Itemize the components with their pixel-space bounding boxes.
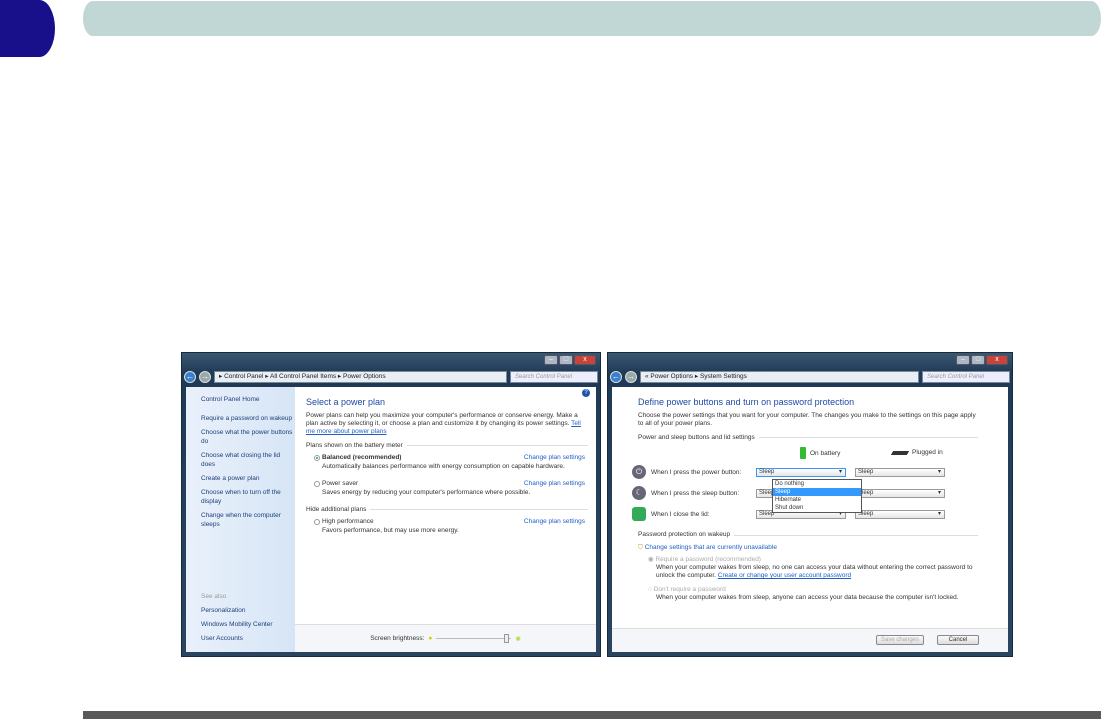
maximize-button[interactable]: □ xyxy=(971,355,985,365)
sidebar-item[interactable]: Choose what the power buttons do xyxy=(201,428,295,446)
laptop-lid-icon xyxy=(632,507,646,521)
section-header: Power and sleep buttons and lid settings xyxy=(638,434,978,441)
plugged-select[interactable]: Sleep xyxy=(855,467,945,477)
brightness-slider[interactable] xyxy=(436,634,512,643)
brightness-bar: Screen brightness: ● ✺ xyxy=(295,624,596,652)
plan-high-performance[interactable]: High performance Change plan settings Favo… xyxy=(314,518,588,534)
plug-icon xyxy=(890,450,910,455)
sidebar-item[interactable]: Create a power plan xyxy=(201,474,295,483)
change-plan-link[interactable]: Change plan settings xyxy=(524,518,585,525)
section-header: Password protection on wakeup xyxy=(638,531,978,539)
dropdown-option[interactable]: Sleep xyxy=(773,488,861,496)
dropdown-list[interactable]: Do nothing Sleep Hibernate Shut down xyxy=(772,479,862,513)
section-header: Plans shown on the battery meter xyxy=(306,442,588,449)
sleep-icon: ☾ xyxy=(632,486,646,500)
sidebar-item[interactable]: Change when the computer sleeps xyxy=(201,511,295,529)
maximize-button[interactable]: □ xyxy=(559,355,573,365)
crumb[interactable]: All Control Panel Items xyxy=(270,373,336,380)
header-band xyxy=(83,1,1101,36)
dropdown-option[interactable]: Do nothing xyxy=(773,480,861,488)
battery-icon xyxy=(800,447,806,459)
user-account-password-link[interactable]: Create or change your user account passw… xyxy=(718,572,851,579)
column-header: Plugged in xyxy=(912,449,943,456)
plan-power-saver[interactable]: Power saver Change plan settings Saves ene… xyxy=(314,480,588,496)
crumb[interactable]: Power Options xyxy=(343,373,386,380)
column-header: On battery xyxy=(810,449,841,457)
battery-select[interactable]: Sleep xyxy=(756,467,846,477)
sidebar-item[interactable]: Require a password on wakeup xyxy=(201,414,295,423)
forward-button[interactable]: → xyxy=(625,371,637,383)
system-settings-window: – □ x ← → « Power Options ▸ System Setting… xyxy=(607,352,1013,657)
radio-button[interactable] xyxy=(314,519,320,525)
close-button[interactable]: x xyxy=(986,355,1008,365)
bright-sun-icon: ✺ xyxy=(515,635,521,643)
sidebar: Control Panel Home Require a password on… xyxy=(186,387,295,652)
forward-button[interactable]: → xyxy=(199,371,211,383)
sidebar-home[interactable]: Control Panel Home xyxy=(201,395,295,404)
dropdown-option[interactable]: Hibernate xyxy=(773,496,861,504)
dont-require-password-radio[interactable]: ○ Don't require a password xyxy=(648,586,978,594)
power-options-window: – □ x ← → ▸ Control Panel ▸ All Control Pa… xyxy=(181,352,601,657)
window-controls: – □ x xyxy=(544,355,596,365)
cancel-button[interactable]: Cancel xyxy=(937,635,979,645)
address-bar[interactable]: « Power Options ▸ System Settings xyxy=(640,371,919,383)
brightness-label: Screen brightness: xyxy=(370,635,425,642)
page-title: Select a power plan xyxy=(306,397,386,407)
radio-button[interactable] xyxy=(314,481,320,487)
intro-text: Choose the power settings that you want … xyxy=(638,412,976,427)
crumb[interactable]: Power Options xyxy=(650,373,693,380)
section-header[interactable]: Hide additional plans xyxy=(306,506,588,513)
radio-button[interactable] xyxy=(314,455,320,461)
chapter-tab xyxy=(0,0,55,57)
plan-balanced[interactable]: Balanced (recommended) Change plan settin… xyxy=(314,454,588,470)
change-plan-link[interactable]: Change plan settings xyxy=(524,454,585,461)
power-icon: ⏻ xyxy=(632,465,646,479)
close-button[interactable]: x xyxy=(574,355,596,365)
search-input[interactable]: Search Control Panel xyxy=(922,371,1010,383)
plugged-select[interactable]: Sleep xyxy=(855,509,945,519)
intro-text: Power plans can help you maximize your c… xyxy=(306,412,578,427)
window-controls: – □ x xyxy=(956,355,1008,365)
dim-sun-icon: ● xyxy=(428,635,433,642)
see-also-link[interactable]: Personalization xyxy=(201,606,273,615)
dropdown-option[interactable]: Shut down xyxy=(773,504,861,512)
back-button[interactable]: ← xyxy=(184,371,196,383)
power-button-row: ⏻When I press the power button:SleepSlee… xyxy=(632,465,945,479)
see-also-label: See also xyxy=(201,593,227,600)
plugged-select[interactable]: Sleep xyxy=(855,488,945,498)
minimize-button[interactable]: – xyxy=(544,355,558,365)
address-bar[interactable]: ▸ Control Panel ▸ All Control Panel Item… xyxy=(214,371,507,383)
crumb[interactable]: System Settings xyxy=(700,373,747,380)
see-also-link[interactable]: Windows Mobility Center xyxy=(201,620,273,629)
crumb[interactable]: Control Panel xyxy=(224,373,263,380)
footer-bar xyxy=(83,711,1101,719)
save-changes-button[interactable]: Save changes xyxy=(876,635,924,645)
sidebar-item[interactable]: Choose what closing the lid does xyxy=(201,451,295,469)
sidebar-item[interactable]: Choose when to turn off the display xyxy=(201,488,295,506)
page-title: Define power buttons and turn on passwor… xyxy=(638,397,855,407)
change-plan-link[interactable]: Change plan settings xyxy=(524,480,585,487)
shield-icon: ⛉ xyxy=(638,544,643,551)
require-password-radio[interactable]: ◉ Require a password (recommended) xyxy=(648,556,978,564)
minimize-button[interactable]: – xyxy=(956,355,970,365)
back-button[interactable]: ← xyxy=(610,371,622,383)
see-also-link[interactable]: User Accounts xyxy=(201,634,273,643)
change-settings-link[interactable]: ⛉ Change settings that are currently una… xyxy=(638,544,978,552)
search-input[interactable]: Search Control Panel xyxy=(510,371,598,383)
